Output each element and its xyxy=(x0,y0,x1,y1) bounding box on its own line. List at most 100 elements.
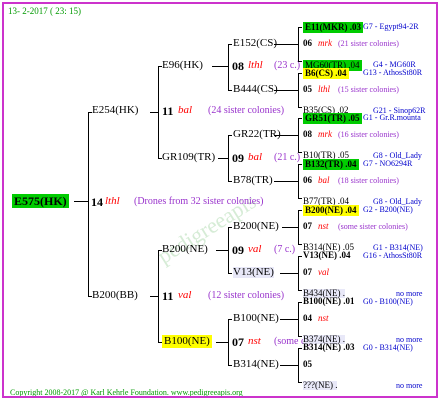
connector xyxy=(280,319,298,320)
connector xyxy=(298,244,302,245)
root-drone-num: 14 xyxy=(91,195,103,209)
connector xyxy=(88,112,89,297)
queen-b200[interactable]: B200(NE) xyxy=(233,221,279,232)
pedigree-frame: 13- 2-2017 ( 23: 15) pedigreeapis E575(H… xyxy=(2,2,438,398)
connector xyxy=(228,135,232,136)
b200ne-drone-note: (7 c.) xyxy=(274,244,296,255)
connector xyxy=(74,201,88,202)
connector xyxy=(282,227,298,228)
b200bb-drone-breed: val xyxy=(178,289,192,301)
gen4-drone-breed: mrk xyxy=(318,38,332,48)
connector xyxy=(274,90,298,91)
gen4-drone-breed: nst xyxy=(318,313,329,323)
connector xyxy=(298,118,302,119)
root-drone-note: (Drones from 32 sister colonies) xyxy=(134,196,264,207)
b200ne-drone-num: 09 xyxy=(232,243,244,257)
connector xyxy=(298,73,299,107)
gen4-queen-top[interactable]: E11(MKR) .03 xyxy=(303,22,363,33)
connector xyxy=(298,152,302,153)
gen4-queen-top[interactable]: B132(TR) .04 xyxy=(303,159,359,170)
connector xyxy=(228,365,232,366)
gen4-bottom-line[interactable]: no more xyxy=(396,382,422,390)
gen4-drone-num: 07 xyxy=(303,221,312,231)
date-stamp: 13- 2-2017 ( 23: 15) xyxy=(8,6,81,16)
gen4-queen-top[interactable]: V13(NE) .04 xyxy=(303,251,351,260)
gen4-top-line: G2 - B200(NE) xyxy=(363,205,413,214)
gen4-drone-num: 05 xyxy=(303,84,312,94)
gen4-queen-bottom[interactable]: ???(NE) . xyxy=(303,381,338,390)
connector xyxy=(298,164,302,165)
connector xyxy=(280,365,298,366)
gen4-drone-breed: val xyxy=(318,267,329,277)
connector xyxy=(298,210,299,244)
gen4-top-line: G1 - Gr.R.mounta xyxy=(363,113,421,122)
gen4-queen-top[interactable]: B200(NE) .04 xyxy=(303,205,359,216)
gen4-queen-top[interactable]: B100(NE) .01 xyxy=(303,297,355,306)
root-queen[interactable]: E575(HK) xyxy=(12,194,69,208)
connector xyxy=(228,273,232,274)
gen4-queen-top[interactable]: B314(NE) .03 xyxy=(303,343,355,352)
connector xyxy=(228,319,232,320)
connector xyxy=(274,135,298,136)
queen-b100[interactable]: B100(NE) xyxy=(233,313,279,324)
gen4-queen-top[interactable]: GR51(TR) .05 xyxy=(303,113,362,124)
gen4-top-line: G7 - NO6294R xyxy=(363,159,413,168)
gen4-queen-top[interactable]: B6(CS) .04 xyxy=(303,68,349,79)
e254-drone-num: 11 xyxy=(162,104,174,118)
connector xyxy=(216,250,228,251)
connector xyxy=(150,112,158,113)
connector xyxy=(158,250,159,342)
b200ne-drone-breed: val xyxy=(248,243,262,255)
queen-v13[interactable]: V13(NE) xyxy=(233,267,274,278)
e96-drone-num: 08 xyxy=(232,59,244,73)
connector xyxy=(298,336,302,337)
connector xyxy=(228,90,232,91)
gen4-drone-note: (21 sister colonies) xyxy=(338,39,399,48)
connector xyxy=(298,256,299,290)
queen-b314[interactable]: B314(NE) xyxy=(233,359,279,370)
connector xyxy=(298,107,302,108)
b200bb-drone-num: 11 xyxy=(162,289,174,303)
b200bb-drone-note: (12 sister colonies) xyxy=(208,290,285,301)
connector xyxy=(150,296,158,297)
connector xyxy=(298,73,302,74)
connector xyxy=(228,135,229,181)
connector xyxy=(228,44,229,90)
gen4-drone-note: (some sister colonies) xyxy=(338,222,408,231)
queen-b200bb[interactable]: B200(BB) xyxy=(92,290,138,301)
queen-e96[interactable]: E96(HK) xyxy=(162,60,203,71)
gen4-top-line: G13 - AthosSt80R xyxy=(363,68,423,77)
connector xyxy=(298,348,299,382)
connector xyxy=(274,44,298,45)
connector xyxy=(228,227,229,273)
queen-e152[interactable]: E152(CS) xyxy=(233,38,277,49)
connector xyxy=(218,158,228,159)
connector xyxy=(212,66,228,67)
connector xyxy=(158,66,159,158)
connector xyxy=(298,348,302,349)
connector xyxy=(228,319,229,365)
connector xyxy=(228,227,232,228)
gen4-drone-num: 06 xyxy=(303,38,312,48)
queen-b100ne[interactable]: B100(NE) xyxy=(162,335,212,348)
b100ne-drone-breed: nst xyxy=(248,335,261,347)
connector xyxy=(298,290,302,291)
connector xyxy=(274,181,298,182)
queen-b78[interactable]: B78(TR) xyxy=(233,175,273,186)
queen-e254[interactable]: E254(HK) xyxy=(92,105,138,116)
connector xyxy=(228,44,232,45)
gr109-drone-num: 09 xyxy=(232,151,244,165)
queen-b444[interactable]: B444(CS) xyxy=(233,84,278,95)
queen-b200ne[interactable]: B200(NE) xyxy=(162,244,208,255)
gen4-top-line: G16 - AthosSt80R xyxy=(363,251,423,260)
connector xyxy=(298,302,299,336)
connector xyxy=(298,164,299,198)
connector xyxy=(216,342,228,343)
gen4-drone-note: (16 sister colonies) xyxy=(338,130,399,139)
gen4-top-line: G0 - B100(NE) xyxy=(363,297,413,306)
e96-drone-note: (23 c.) xyxy=(274,60,301,71)
copyright: Copyright 2008-2017 @ Karl Kehrle Founda… xyxy=(10,388,243,397)
e254-drone-breed: bal xyxy=(178,104,193,116)
queen-gr109[interactable]: GR109(TR) xyxy=(162,152,215,163)
connector xyxy=(298,198,302,199)
